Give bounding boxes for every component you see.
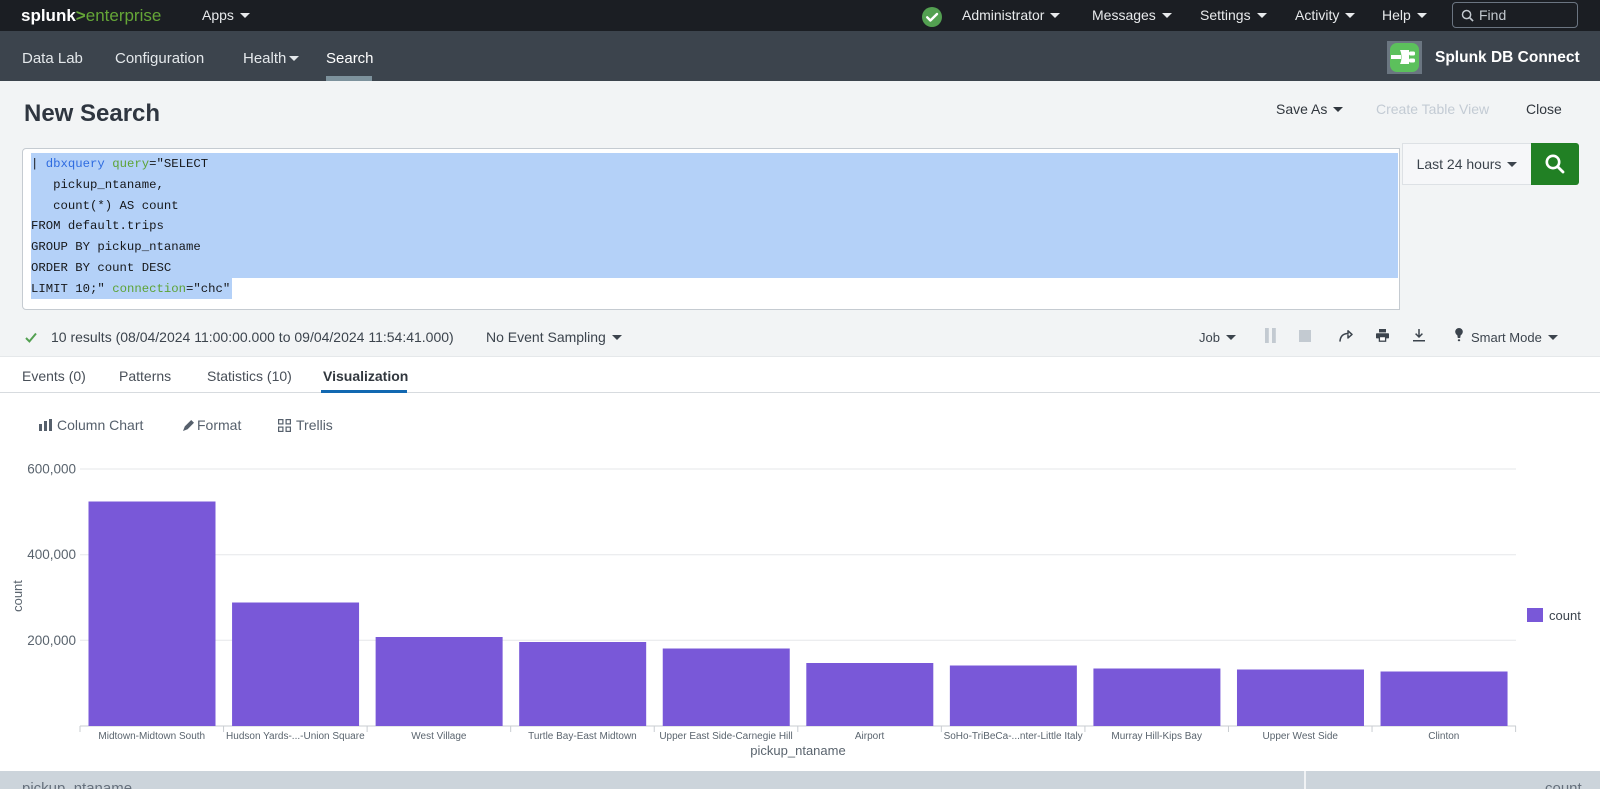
svg-text:Murray Hill-Kips Bay: Murray Hill-Kips Bay <box>1111 731 1202 742</box>
svg-text:Upper West Side: Upper West Side <box>1263 731 1339 742</box>
svg-text:count: count <box>10 580 25 612</box>
svg-text:Turtle Bay-East Midtown: Turtle Bay-East Midtown <box>528 731 637 742</box>
svg-text:pickup_ntaname: pickup_ntaname <box>750 743 845 758</box>
svg-text:Clinton: Clinton <box>1428 731 1459 742</box>
svg-text:200,000: 200,000 <box>27 633 76 648</box>
svg-text:Upper East Side-Carnegie Hill: Upper East Side-Carnegie Hill <box>659 731 792 742</box>
svg-text:400,000: 400,000 <box>27 547 76 562</box>
svg-text:count: count <box>1549 608 1581 623</box>
svg-text:600,000: 600,000 <box>27 462 76 477</box>
svg-text:Hudson Yards-...-Union Square: Hudson Yards-...-Union Square <box>226 731 365 742</box>
svg-text:SoHo-TriBeCa-...nter-Little It: SoHo-TriBeCa-...nter-Little Italy <box>944 731 1083 742</box>
svg-text:West Village: West Village <box>411 731 467 742</box>
svg-text:Airport: Airport <box>855 731 885 742</box>
svg-text:Midtown-Midtown South: Midtown-Midtown South <box>98 731 205 742</box>
